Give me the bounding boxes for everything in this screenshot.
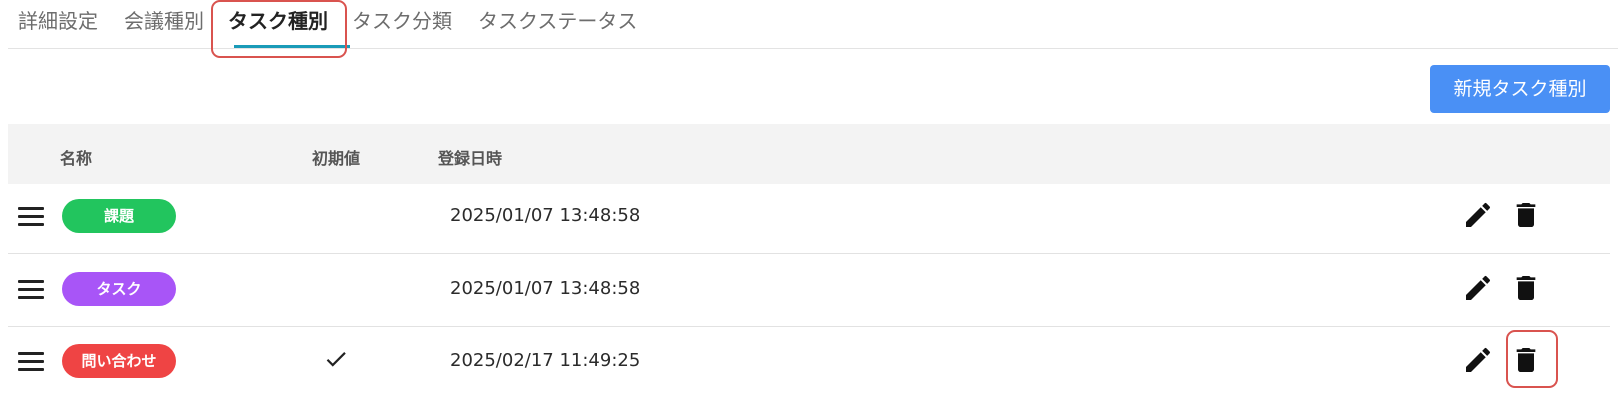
pencil-icon[interactable] [1462, 199, 1494, 231]
drag-handle-icon[interactable] [18, 280, 44, 299]
registered-at: 2025/01/07 13:48:58 [450, 205, 641, 226]
registered-at: 2025/02/17 11:49:25 [450, 350, 641, 371]
drag-handle-icon[interactable] [18, 207, 44, 226]
column-header-registered-at: 登録日時 [438, 149, 503, 168]
tab-detail-settings[interactable]: 詳細設定 [18, 6, 98, 36]
trash-icon[interactable] [1510, 199, 1542, 231]
task-type-badge: 問い合わせ [62, 344, 176, 378]
column-header-default: 初期値 [312, 149, 361, 168]
registered-at: 2025/01/07 13:48:58 [450, 278, 641, 299]
trash-icon[interactable] [1510, 344, 1542, 376]
checkmark-icon [323, 346, 349, 372]
pencil-icon[interactable] [1462, 344, 1494, 376]
tab-task-status[interactable]: タスクステータス [478, 6, 637, 36]
tab-task-categories[interactable]: タスク分類 [352, 6, 452, 36]
table-row: 問い合わせ 2025/02/17 11:49:25 [8, 324, 1610, 398]
table-row: 課題 2025/01/07 13:48:58 [8, 179, 1610, 254]
tab-task-types[interactable]: タスク種別 [228, 6, 328, 36]
tab-meeting-types[interactable]: 会議種別 [124, 6, 204, 36]
drag-handle-icon[interactable] [18, 352, 44, 371]
pencil-icon[interactable] [1462, 272, 1494, 304]
trash-icon[interactable] [1510, 272, 1542, 304]
table-row: タスク 2025/01/07 13:48:58 [8, 252, 1610, 327]
table-header: 名称 初期値 登録日時 [8, 124, 1610, 184]
tab-divider [8, 48, 1618, 49]
column-header-name: 名称 [60, 149, 93, 168]
new-task-type-button[interactable]: 新規タスク種別 [1430, 65, 1610, 113]
task-type-badge: 課題 [62, 199, 176, 233]
task-type-badge: タスク [62, 272, 176, 306]
tab-bar: 詳細設定 会議種別 タスク種別 タスク分類 タスクステータス [0, 0, 1618, 50]
